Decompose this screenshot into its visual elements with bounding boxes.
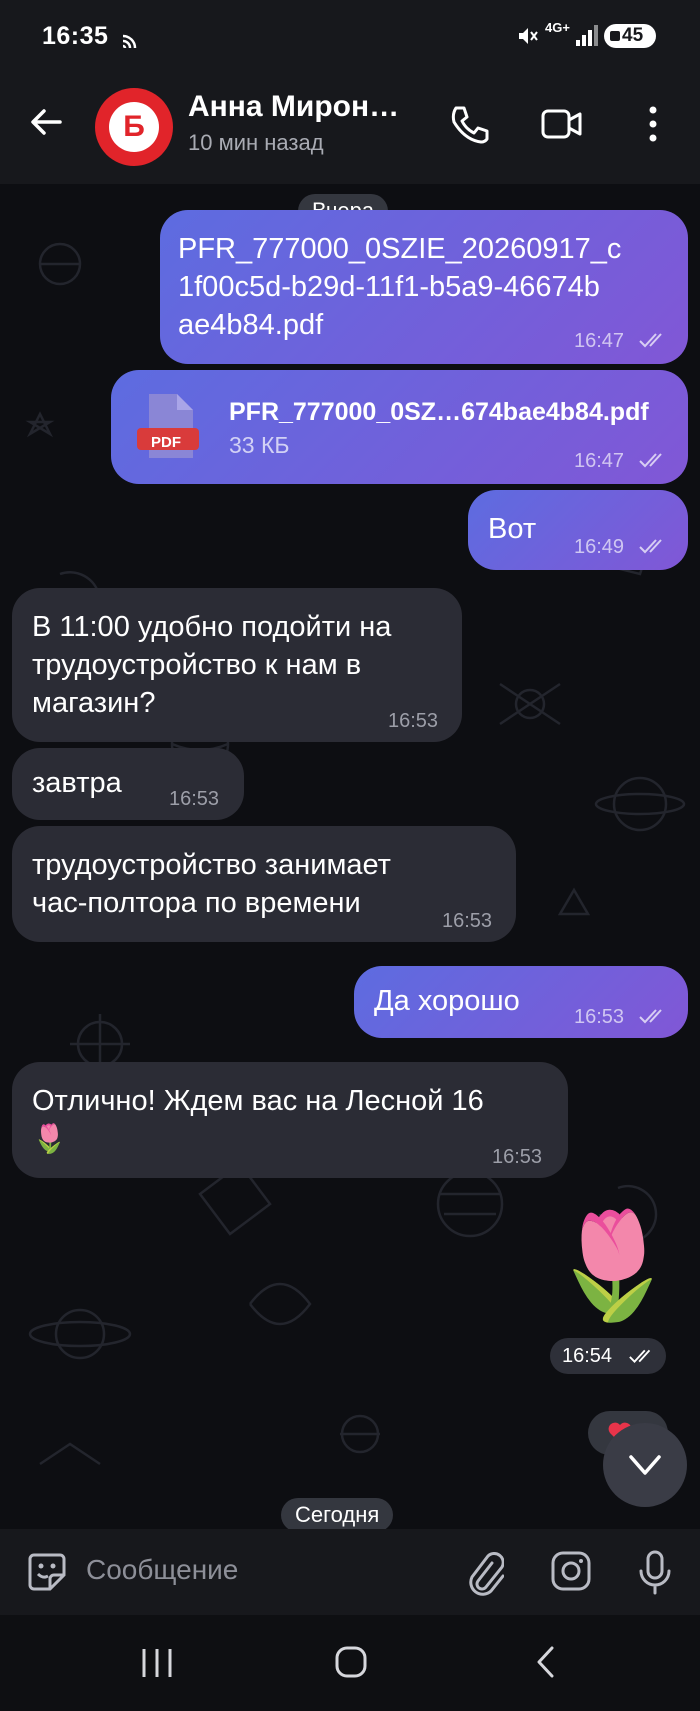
recents-icon[interactable] <box>140 1647 174 1679</box>
scroll-down-button[interactable] <box>603 1423 687 1507</box>
read-ticks-icon <box>639 539 662 554</box>
message-text: Вот <box>488 513 537 545</box>
chat-area[interactable]: Вчера PFR_777000_0SZIE_20260917_c 1f00c5… <box>0 184 700 1529</box>
contact-name[interactable]: Анна Мирон… <box>188 90 399 124</box>
message-time: 16:49 <box>574 536 625 558</box>
message-text-line: трудоустройство занимает <box>32 849 391 881</box>
message-text-line: 1f00c5d-b29d-11f1-b5a9-46674b <box>178 271 600 303</box>
read-ticks-icon <box>639 1009 662 1024</box>
message-text-line: час-полтора по времени <box>32 887 361 919</box>
incoming-message[interactable]: В 11:00 удобно подойти на трудоустройств… <box>12 588 462 742</box>
incoming-message[interactable]: завтра 16:53 <box>12 748 244 820</box>
outgoing-message[interactable]: PFR_777000_0SZIE_20260917_c 1f00c5d-b29d… <box>160 210 688 364</box>
status-time: 16:35 <box>42 22 109 50</box>
sticker-time-pill: 16:54 <box>550 1338 666 1374</box>
incoming-message[interactable]: Отлично! Ждем вас на Лесной 16 🌷 16:53 <box>12 1062 568 1178</box>
message-text: Да хорошо <box>374 985 520 1017</box>
avatar[interactable]: Б <box>95 88 173 166</box>
message-input[interactable]: Сообщение <box>86 1554 238 1586</box>
avatar-letter: Б <box>123 110 145 143</box>
network-type: 4G+ <box>545 20 570 35</box>
sticker-icon[interactable] <box>24 1549 70 1595</box>
file-size: 33 КБ <box>229 432 290 458</box>
file-name: PFR_777000_0SZ…674bae4b84.pdf <box>229 398 649 426</box>
message-text-line: В 11:00 удобно подойти на <box>32 611 392 643</box>
message-text-line: Отлично! Ждем вас на Лесной 16 <box>32 1085 484 1117</box>
back-arrow-icon[interactable] <box>26 102 66 142</box>
video-call-icon[interactable] <box>540 104 584 144</box>
more-vertical-icon[interactable] <box>645 102 661 146</box>
message-text-line: трудоустройство к нам в <box>32 649 362 681</box>
battery-level: 45 <box>622 25 644 46</box>
message-text-line: PFR_777000_0SZIE_20260917_c <box>178 233 622 265</box>
message-input-bar: Сообщение <box>0 1529 700 1615</box>
microphone-icon[interactable] <box>635 1549 675 1597</box>
message-time: 16:47 <box>574 450 625 472</box>
message-time: 16:53 <box>169 788 220 810</box>
signal-icon <box>576 25 598 46</box>
back-icon[interactable] <box>534 1645 558 1679</box>
outgoing-message[interactable]: Да хорошо 16:53 <box>354 966 688 1038</box>
tulip-sticker[interactable]: 🌷 <box>548 1204 678 1328</box>
status-bar: 16:35 4G+ 45 <box>0 0 700 72</box>
message-text-line: ae4b84.pdf <box>178 309 324 341</box>
chevron-down-icon <box>629 1455 661 1475</box>
incoming-message[interactable]: трудоустройство занимает час-полтора по … <box>12 826 516 942</box>
battery-icon: 45 <box>604 24 656 48</box>
message-time: 16:53 <box>492 1146 543 1168</box>
mute-icon <box>519 28 538 44</box>
attach-icon[interactable] <box>464 1549 504 1597</box>
camera-icon[interactable] <box>549 1549 593 1593</box>
date-separator-today: Сегодня <box>281 1498 394 1529</box>
message-time: 16:47 <box>574 330 625 352</box>
outgoing-message[interactable]: Вот 16:49 <box>468 490 688 570</box>
read-ticks-icon <box>629 1349 651 1363</box>
read-ticks-icon <box>639 333 662 348</box>
tulip-emoji: 🌷 <box>32 1123 67 1154</box>
home-icon[interactable] <box>334 1645 368 1679</box>
message-time: 16:54 <box>562 1345 613 1367</box>
message-text-line: магазин? <box>32 687 156 719</box>
system-nav-bar <box>0 1615 700 1711</box>
message-time: 16:53 <box>574 1006 625 1028</box>
chat-header: Б Анна Мирон… 10 мин назад <box>0 72 700 184</box>
phone-icon[interactable] <box>447 102 491 146</box>
last-seen-status: 10 мин назад <box>188 130 324 155</box>
file-type-label: PDF <box>151 434 181 451</box>
message-text: завтра <box>32 767 122 799</box>
outgoing-file-message[interactable]: PDF PFR_777000_0SZ…674bae4b84.pdf 33 КБ … <box>111 370 688 484</box>
cast-icon <box>122 34 137 49</box>
message-time: 16:53 <box>442 910 493 932</box>
message-time: 16:53 <box>388 710 439 732</box>
read-ticks-icon <box>639 453 662 468</box>
